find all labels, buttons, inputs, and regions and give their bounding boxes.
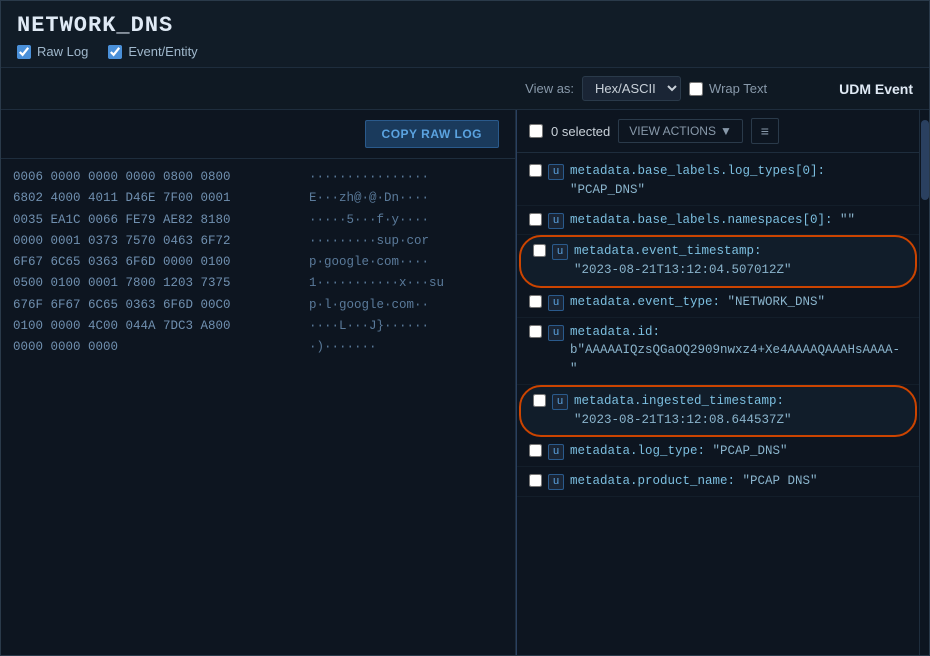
item-checkbox-2[interactable]	[533, 244, 546, 257]
item-checkbox-0[interactable]	[529, 164, 542, 177]
event-entity-checkbox[interactable]	[108, 45, 122, 59]
page-title: NETWORK_DNS	[17, 13, 913, 38]
item-checkbox-1[interactable]	[529, 213, 542, 226]
copy-raw-btn-row: COPY RAW LOG	[1, 110, 515, 159]
item-checkbox-3[interactable]	[529, 295, 542, 308]
right-scrollbar[interactable]	[919, 110, 929, 655]
udm-item-text-3: metadata.event_type: "NETWORK_DNS"	[570, 293, 907, 312]
udm-key-2: metadata.event_timestamp:	[574, 244, 762, 258]
udm-key-0: metadata.base_labels.log_types[0]:	[570, 164, 825, 178]
raw-log-text: Raw Log	[37, 44, 88, 59]
toolbar: View as: Hex/ASCII ASCII Hex Wrap Text U…	[1, 68, 929, 110]
udm-value-4: b"AAAAAIQzsQGaOQ2909nwxz4+Xe4AAAAQAAAHsA…	[570, 343, 900, 376]
header: NETWORK_DNS Raw Log Event/Entity	[1, 1, 929, 68]
udm-item-text-7: metadata.product_name: "PCAP DNS"	[570, 472, 907, 491]
item-checkbox-4[interactable]	[529, 325, 542, 338]
wrap-text-label: Wrap Text	[709, 81, 767, 96]
udm-value-5: "2023-08-21T13:12:08.644537Z"	[574, 413, 792, 427]
udm-event-header: UDM Event	[823, 81, 913, 97]
hex-right: ················ E···zh@·@·Dn···· ·····5…	[301, 167, 452, 647]
item-checkbox-5[interactable]	[533, 394, 546, 407]
main-content: COPY RAW LOG 0006 0000 0000 0000 0800 08…	[1, 110, 929, 655]
udm-value-1: ""	[840, 213, 855, 227]
wrap-text-group: Wrap Text	[689, 81, 767, 96]
copy-raw-log-button[interactable]: COPY RAW LOG	[365, 120, 499, 148]
udm-key-4: metadata.id:	[570, 325, 660, 339]
list-item: u metadata.log_type: "PCAP_DNS"	[517, 437, 919, 467]
udm-icon-3: u	[548, 295, 564, 311]
hex-content: 0006 0000 0000 0000 0800 0800 6802 4000 …	[1, 159, 515, 655]
hex-panel: COPY RAW LOG 0006 0000 0000 0000 0800 08…	[1, 110, 516, 655]
udm-key-3: metadata.event_type:	[570, 295, 728, 309]
event-entity-label[interactable]: Event/Entity	[108, 44, 197, 59]
udm-item-text-0: metadata.base_labels.log_types[0]: "PCAP…	[570, 162, 907, 200]
selected-count: 0 selected	[551, 124, 610, 139]
udm-icon-6: u	[548, 444, 564, 460]
udm-icon-2: u	[552, 244, 568, 260]
raw-log-label[interactable]: Raw Log	[17, 44, 88, 59]
udm-item-text-6: metadata.log_type: "PCAP_DNS"	[570, 442, 907, 461]
udm-toolbar: 0 selected VIEW ACTIONS ▼ ≡	[517, 110, 919, 153]
udm-item-text-1: metadata.base_labels.namespaces[0]: ""	[570, 211, 907, 230]
udm-key-1: metadata.base_labels.namespaces[0]:	[570, 213, 840, 227]
list-item: u metadata.event_type: "NETWORK_DNS"	[517, 288, 919, 318]
udm-key-5: metadata.ingested_timestamp:	[574, 394, 784, 408]
view-as-select[interactable]: Hex/ASCII ASCII Hex	[582, 76, 681, 101]
udm-value-7: "PCAP DNS"	[743, 474, 818, 488]
view-actions-button[interactable]: VIEW ACTIONS ▼	[618, 119, 743, 143]
list-item: u metadata.base_labels.log_types[0]: "PC…	[517, 157, 919, 206]
filter-button[interactable]: ≡	[751, 118, 779, 144]
view-as-group: View as: Hex/ASCII ASCII Hex Wrap Text	[17, 76, 807, 101]
event-entity-text: Event/Entity	[128, 44, 197, 59]
app-container: NETWORK_DNS Raw Log Event/Entity View as…	[0, 0, 930, 656]
list-item: u metadata.base_labels.namespaces[0]: ""	[517, 206, 919, 236]
udm-item-text-5: metadata.ingested_timestamp: "2023-08-21…	[574, 392, 903, 430]
scrollbar-thumb[interactable]	[921, 120, 929, 200]
raw-log-checkbox[interactable]	[17, 45, 31, 59]
udm-item-text-2: metadata.event_timestamp: "2023-08-21T13…	[574, 242, 903, 280]
udm-item-text-4: metadata.id: b"AAAAAIQzsQGaOQ2909nwxz4+X…	[570, 323, 907, 379]
select-all-checkbox[interactable]	[529, 124, 543, 138]
list-item: 1 u metadata.event_timestamp: "2023-08-2…	[521, 237, 915, 286]
view-actions-label: VIEW ACTIONS	[629, 124, 716, 138]
list-item: u metadata.id: b"AAAAAIQzsQGaOQ2909nwxz4…	[517, 318, 919, 385]
udm-panel: 0 selected VIEW ACTIONS ▼ ≡ u metadata.b…	[517, 110, 919, 655]
list-item: 2 u metadata.ingested_timestamp: "2023-0…	[521, 387, 915, 436]
udm-value-3: "NETWORK_DNS"	[728, 295, 826, 309]
udm-icon-5: u	[552, 394, 568, 410]
list-item: u metadata.product_name: "PCAP DNS"	[517, 467, 919, 497]
udm-value-6: "PCAP_DNS"	[713, 444, 788, 458]
udm-value-2: "2023-08-21T13:12:04.507012Z"	[574, 263, 792, 277]
checkboxes-row: Raw Log Event/Entity	[17, 44, 913, 59]
udm-icon-1: u	[548, 213, 564, 229]
chevron-down-icon: ▼	[720, 124, 732, 138]
udm-list: u metadata.base_labels.log_types[0]: "PC…	[517, 153, 919, 655]
udm-icon-0: u	[548, 164, 564, 180]
item-checkbox-7[interactable]	[529, 474, 542, 487]
view-as-label: View as:	[525, 81, 574, 96]
udm-key-6: metadata.log_type:	[570, 444, 713, 458]
item-checkbox-6[interactable]	[529, 444, 542, 457]
hex-left: 0006 0000 0000 0000 0800 0800 6802 4000 …	[1, 167, 301, 647]
wrap-text-checkbox[interactable]	[689, 82, 703, 96]
udm-key-7: metadata.product_name:	[570, 474, 743, 488]
udm-icon-4: u	[548, 325, 564, 341]
udm-value-0: "PCAP_DNS"	[570, 183, 645, 197]
udm-icon-7: u	[548, 474, 564, 490]
filter-icon: ≡	[761, 123, 769, 139]
